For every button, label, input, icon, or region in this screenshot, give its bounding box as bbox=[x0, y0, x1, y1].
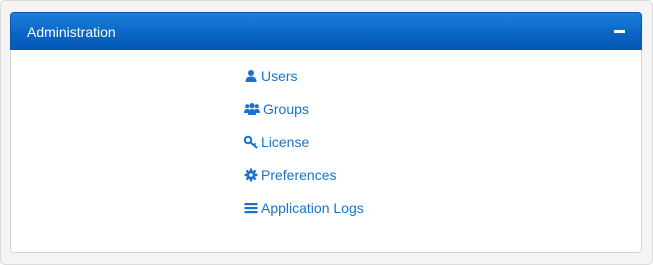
minus-icon bbox=[614, 30, 625, 33]
preferences-label: Preferences bbox=[261, 167, 337, 183]
collapse-button[interactable] bbox=[611, 22, 629, 40]
menu-item-license: License bbox=[244, 133, 364, 166]
gear-icon bbox=[244, 168, 258, 182]
license-label: License bbox=[261, 134, 310, 150]
panel-title: Administration bbox=[27, 24, 116, 40]
menu-item-groups: Groups bbox=[244, 100, 364, 133]
admin-container: Administration Users Groups License Pref… bbox=[0, 0, 653, 265]
user-icon bbox=[244, 69, 258, 83]
admin-menu: Users Groups License Preferences Applica… bbox=[244, 67, 364, 232]
panel-header[interactable]: Administration bbox=[10, 12, 642, 50]
groups-label: Groups bbox=[263, 101, 309, 117]
menu-item-users: Users bbox=[244, 67, 364, 100]
administration-panel: Administration Users Groups License Pref… bbox=[10, 12, 642, 253]
application-logs-label: Application Logs bbox=[261, 200, 364, 216]
preferences-link[interactable]: Preferences bbox=[244, 166, 336, 184]
groups-link[interactable]: Groups bbox=[244, 100, 309, 118]
license-link[interactable]: License bbox=[244, 133, 309, 151]
list-icon bbox=[244, 201, 258, 215]
application-logs-link[interactable]: Application Logs bbox=[244, 199, 364, 217]
users-link[interactable]: Users bbox=[244, 67, 298, 85]
menu-item-preferences: Preferences bbox=[244, 166, 364, 199]
key-icon bbox=[244, 135, 258, 149]
users-label: Users bbox=[261, 68, 298, 84]
menu-item-application-logs: Application Logs bbox=[244, 199, 364, 232]
users-group-icon bbox=[244, 102, 260, 116]
